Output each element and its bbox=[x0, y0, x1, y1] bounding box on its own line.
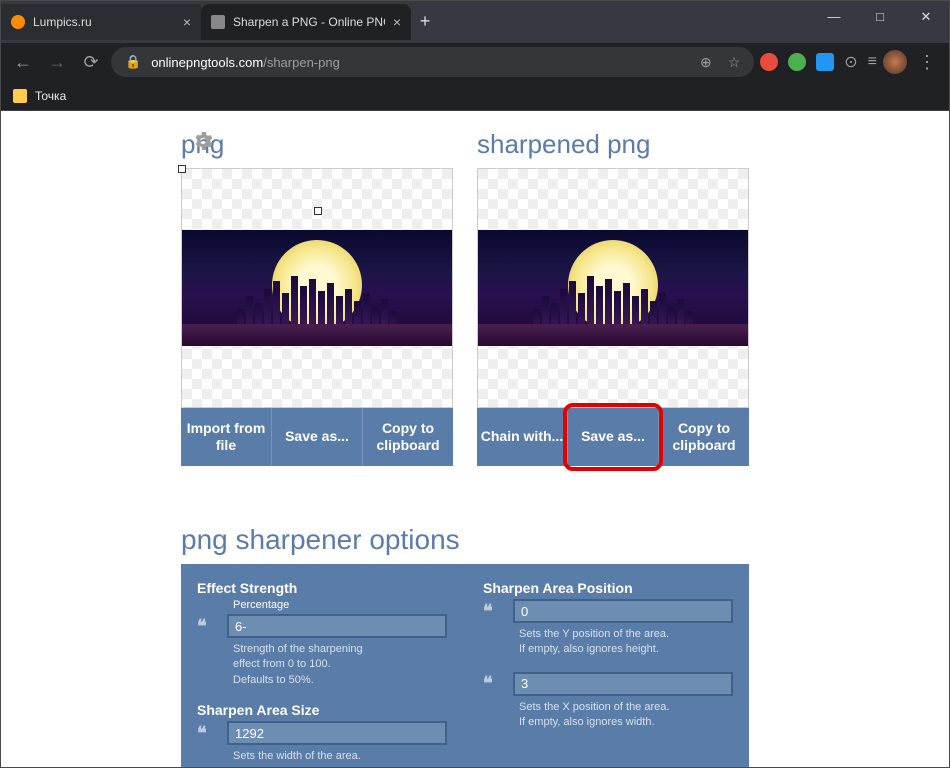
import-button[interactable]: Import from file bbox=[181, 408, 272, 466]
url-field[interactable]: 🔒 onlinepngtools.com/sharpen-png ⊕ ☆ bbox=[111, 47, 754, 77]
strength-label: Effect Strength bbox=[197, 580, 447, 596]
tab-sharpen[interactable]: Sharpen a PNG - Online PNG Too × bbox=[201, 4, 411, 40]
page-content: png Import from file Save as... bbox=[1, 111, 949, 767]
x-position-input[interactable] bbox=[513, 672, 733, 696]
url-domain: onlinepngtools.com bbox=[151, 55, 263, 70]
output-image bbox=[478, 230, 748, 346]
close-icon[interactable]: × bbox=[183, 14, 191, 30]
tab-title: Sharpen a PNG - Online PNG Too bbox=[233, 15, 385, 29]
output-panel: sharpened png Chain with... Save as... C… bbox=[477, 129, 749, 466]
back-button[interactable]: ← bbox=[9, 48, 37, 76]
quote-icon: ❝ bbox=[197, 616, 217, 637]
translate-icon[interactable]: ⊕ bbox=[700, 54, 712, 71]
avatar[interactable] bbox=[883, 50, 907, 74]
chain-button[interactable]: Chain with... bbox=[477, 408, 568, 466]
resize-handle[interactable] bbox=[314, 207, 322, 215]
options-panel: Effect Strength Percentage ❝ Strength of… bbox=[181, 564, 749, 767]
bookmark-folder-icon bbox=[13, 89, 27, 103]
close-icon[interactable]: × bbox=[393, 14, 401, 30]
tabs: Lumpics.ru × Sharpen a PNG - Online PNG … bbox=[1, 1, 439, 37]
output-title: sharpened png bbox=[477, 129, 749, 160]
width-input[interactable] bbox=[227, 721, 447, 745]
save-as-button[interactable]: Save as... bbox=[568, 408, 659, 466]
favicon-tools bbox=[211, 15, 225, 29]
url-path: /sharpen-png bbox=[263, 55, 340, 70]
tab-lumpics[interactable]: Lumpics.ru × bbox=[1, 4, 201, 40]
tab-title: Lumpics.ru bbox=[33, 15, 175, 29]
close-button[interactable]: ✕ bbox=[903, 1, 949, 33]
lock-icon: 🔒 bbox=[125, 54, 141, 70]
ext-icon-1[interactable] bbox=[760, 53, 778, 71]
bookmark-item[interactable]: Точка bbox=[35, 89, 66, 103]
size-label: Sharpen Area Size bbox=[197, 702, 447, 718]
input-panel: png Import from file Save as... bbox=[181, 129, 453, 466]
copy-button[interactable]: Copy to clipboard bbox=[659, 408, 749, 466]
save-as-button[interactable]: Save as... bbox=[272, 408, 363, 466]
strength-input[interactable] bbox=[227, 614, 447, 638]
extensions: ⊙ ≡ bbox=[760, 52, 877, 72]
input-image bbox=[182, 230, 452, 346]
new-tab-button[interactable]: + bbox=[411, 3, 439, 39]
address-bar: ← → ⟳ 🔒 onlinepngtools.com/sharpen-png ⊕… bbox=[1, 43, 949, 81]
gear-icon[interactable] bbox=[191, 129, 215, 153]
reload-button[interactable]: ⟳ bbox=[77, 48, 105, 76]
resize-handle[interactable] bbox=[178, 165, 186, 173]
options-title: png sharpener options bbox=[181, 524, 749, 556]
menu-button[interactable]: ⋮ bbox=[913, 48, 941, 76]
window-controls: — □ ✕ bbox=[811, 1, 949, 33]
ext-icon-2[interactable] bbox=[788, 53, 806, 71]
titlebar: Lumpics.ru × Sharpen a PNG - Online PNG … bbox=[1, 1, 949, 43]
output-image-box[interactable] bbox=[477, 168, 749, 408]
input-title: png bbox=[181, 129, 453, 160]
forward-button: → bbox=[43, 48, 71, 76]
quote-icon: ❝ bbox=[483, 673, 503, 694]
minimize-button[interactable]: — bbox=[811, 1, 857, 33]
bookmarks-bar: Точка bbox=[1, 81, 949, 111]
strength-sublabel: Percentage bbox=[233, 599, 447, 611]
ext-icon-3[interactable] bbox=[816, 53, 834, 71]
y-position-input[interactable] bbox=[513, 599, 733, 623]
star-icon[interactable]: ☆ bbox=[728, 54, 741, 71]
quote-icon: ❝ bbox=[483, 601, 503, 622]
quote-icon: ❝ bbox=[197, 723, 217, 744]
position-label: Sharpen Area Position bbox=[483, 580, 733, 596]
favicon-lumpics bbox=[11, 15, 25, 29]
input-image-box[interactable] bbox=[181, 168, 453, 408]
copy-button[interactable]: Copy to clipboard bbox=[363, 408, 453, 466]
ext-icon-4[interactable]: ⊙ bbox=[844, 52, 857, 72]
ext-icon-5[interactable]: ≡ bbox=[868, 53, 877, 71]
maximize-button[interactable]: □ bbox=[857, 1, 903, 33]
